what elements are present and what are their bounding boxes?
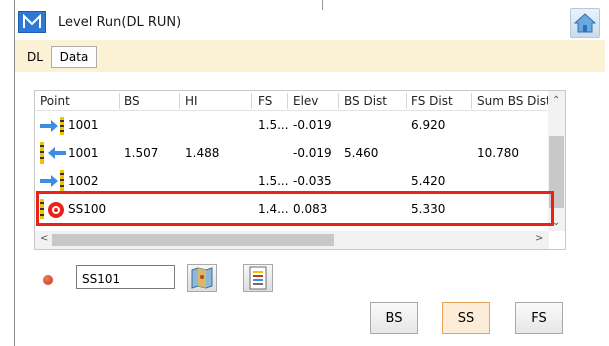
map-icon: [191, 267, 213, 289]
scroll-up-icon[interactable]: ⌃: [552, 95, 560, 106]
column-header-bs[interactable]: BS: [124, 94, 140, 108]
point-name-input[interactable]: [76, 265, 175, 289]
tab-dl[interactable]: DL: [23, 46, 47, 68]
elev-cell: -0.019: [293, 118, 332, 132]
fs-cell: 1.5...: [258, 174, 289, 188]
home-icon: [574, 13, 596, 33]
bs-button[interactable]: BS: [370, 302, 418, 334]
column-header-sum-bs-dist[interactable]: Sum BS Dist: [477, 94, 551, 108]
fs-cell: 1.5...: [258, 118, 289, 132]
fs-dist-cell: 6.920: [411, 118, 446, 132]
code-list-button[interactable]: [243, 264, 273, 292]
home-button[interactable]: [570, 8, 600, 38]
point-cell: 1001: [68, 146, 99, 160]
column-header-fs-dist[interactable]: FS Dist: [411, 94, 453, 108]
sum-bs-dist-cell: 10.780: [477, 146, 519, 160]
table-header: Point BS HI FS Elev BS Dist FS Dist Sum …: [35, 91, 565, 111]
point-cell: 1002: [68, 174, 99, 188]
column-header-bs-dist[interactable]: BS Dist: [344, 94, 387, 108]
tab-data[interactable]: Data: [51, 46, 97, 68]
elev-cell: -0.035: [293, 174, 332, 188]
title-bar: Level Run(DL RUN): [14, 4, 604, 38]
column-header-elev[interactable]: Elev: [293, 94, 318, 108]
code-list-icon: [249, 266, 267, 290]
elev-cell: -0.019: [293, 146, 332, 160]
foresight-arrow-icon: [40, 170, 64, 192]
level-run-table: Point BS HI FS Elev BS Dist FS Dist Sum …: [34, 90, 566, 250]
fs-dist-cell: 5.420: [411, 174, 446, 188]
fs-button[interactable]: FS: [515, 302, 563, 334]
table-row[interactable]: 1001 1.5... -0.019 6.920: [35, 111, 565, 139]
horizontal-scrollbar[interactable]: < >: [35, 231, 549, 249]
table-row[interactable]: 1001 1.507 1.488 -0.019 5.460 10.780: [35, 139, 565, 167]
m-logo-icon: [18, 11, 46, 33]
scroll-right-icon[interactable]: >: [535, 233, 543, 244]
bs-cell: 1.507: [124, 146, 159, 160]
scroll-left-icon[interactable]: <: [40, 233, 48, 244]
bs-dist-cell: 5.460: [344, 146, 379, 160]
status-indicator-icon: [43, 275, 53, 285]
point-cell: 1001: [68, 118, 99, 132]
window-title: Level Run(DL RUN): [58, 15, 182, 30]
column-header-point[interactable]: Point: [40, 94, 70, 108]
foresight-arrow-icon: [40, 117, 64, 135]
backsight-arrow-icon: [40, 142, 66, 164]
column-header-hi[interactable]: HI: [185, 94, 198, 108]
map-button[interactable]: [187, 264, 217, 292]
ss-button[interactable]: SS: [442, 302, 490, 334]
selected-row-highlight: [36, 191, 554, 226]
column-header-fs[interactable]: FS: [258, 94, 272, 108]
horizontal-scroll-thumb[interactable]: [52, 234, 334, 246]
tab-strip: DL Data: [15, 40, 605, 72]
hi-cell: 1.488: [185, 146, 220, 160]
